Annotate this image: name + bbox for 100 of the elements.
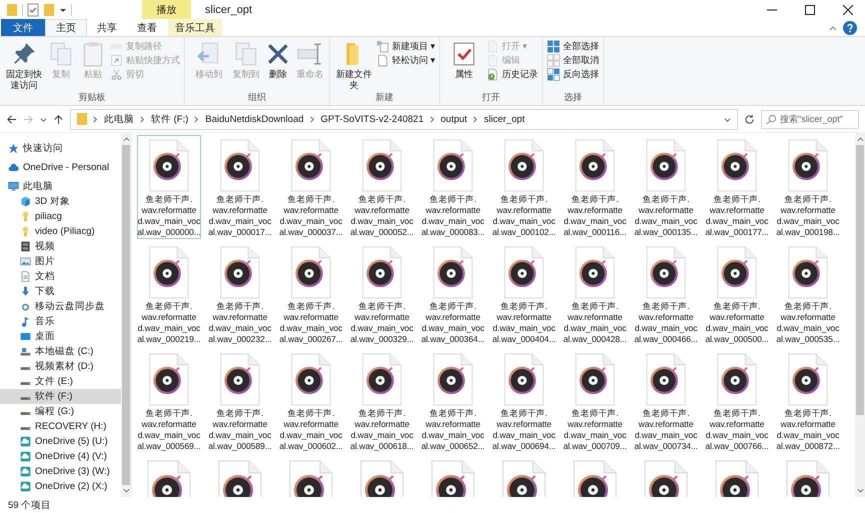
file-item[interactable]: 鱼老师干声. wav.reformatte d.wav_main_voc al.wav_000694... — [492, 349, 556, 453]
file-item[interactable]: 鱼老师干声. wav.reformatte d.wav_main_voc al.wav_000116... — [563, 135, 627, 239]
ribbon-button[interactable]: 新建文件夹 — [334, 39, 374, 91]
nav-item[interactable]: 此电脑 — [0, 179, 121, 194]
file-item[interactable]: 鱼老师干声. wav.reformatte d.wav_main_voc al.wav_000017... — [208, 135, 272, 239]
file-item[interactable]: 鱼老师干声. wav.reformatte d.wav_main_voc al.wav_000083... — [421, 135, 485, 239]
file-item[interactable]: 鱼老师干声. wav.reformatte d.wav_main_voc al.wav_000734... — [634, 349, 698, 453]
nav-item[interactable]: 文档 — [0, 269, 121, 284]
nav-item[interactable]: 音乐 — [0, 314, 121, 329]
file-item[interactable]: 鱼老师干声. wav.reformatte d.wav_main_voc al.wav_000000... — [137, 135, 201, 239]
nav-item[interactable]: video (Piliacg) — [0, 224, 121, 239]
breadcrumb[interactable]: output — [440, 114, 468, 124]
file-item[interactable]: 鱼老师干声. wav.reformatte d.wav_main_voc al.wav_000466... — [634, 242, 698, 346]
ribbon-button[interactable]: 轻松访问 ▾ — [376, 54, 436, 67]
refresh-icon[interactable] — [744, 114, 755, 124]
ribbon-button[interactable]: 删除 — [263, 39, 293, 91]
file-item[interactable]: 鱼老师干声. wav.reformatte d.wav_main_voc al.wav_000709... — [563, 349, 627, 453]
address-bar[interactable]: 此电脑 软件 (F:) BaiduNetdiskDownload GPT-SoVITS-v2-240821 output slicer_opt — [70, 108, 738, 130]
file-item[interactable]: 鱼老师干声. wav.reformatte d.wav_main_voc al.wav_000052... — [350, 135, 414, 239]
file-item[interactable]: 鱼老师干声. wav.reformatte d.wav_main_voc al.wav_000766... — [705, 349, 769, 453]
nav-item[interactable]: 编程 (G:) — [0, 404, 121, 419]
ribbon-button[interactable]: 历史记录 — [486, 68, 538, 81]
ribbon-button[interactable]: 固定到快速访问 — [4, 39, 44, 91]
ribbon-tab[interactable]: 文件 — [1, 19, 45, 36]
nav-item[interactable]: 移动云盘同步盘 — [0, 299, 121, 314]
nav-item[interactable]: OneDrive (5) (U:) — [0, 434, 121, 449]
search-field[interactable]: 搜索"slicer_opt" — [761, 110, 859, 128]
file-item[interactable]: 鱼老师干声. wav.reformatte d.wav_main_voc al.wav_000404... — [492, 242, 556, 346]
properties-icon[interactable] — [27, 2, 39, 16]
nav-item[interactable]: 下载 — [0, 284, 121, 299]
group-label: 新建 — [374, 91, 395, 104]
help-icon[interactable] — [843, 20, 857, 34]
breadcrumb[interactable]: GPT-SoVITS-v2-240821 — [320, 114, 424, 124]
ribbon-button[interactable]: 反向选择 — [547, 68, 600, 81]
file-item[interactable]: 鱼老师干声. wav.reformatte d.wav_main_voc al.wav_000428... — [563, 242, 627, 346]
audio-file-icon — [502, 139, 546, 192]
scroll-down-icon[interactable] — [856, 488, 864, 494]
nav-item[interactable]: OneDrive (2) (X:) — [0, 479, 121, 494]
file-item[interactable]: 鱼老师干声. wav.reformatte d.wav_main_voc al.wav_000602... — [279, 349, 343, 453]
maximize-icon[interactable] — [805, 4, 815, 14]
collapse-icon[interactable] — [829, 24, 837, 32]
nav-item[interactable]: OneDrive (4) (V:) — [0, 449, 121, 464]
ribbon-tab[interactable]: 主页 — [45, 19, 87, 36]
nav-item[interactable]: 图片 — [0, 254, 121, 269]
ribbon-tab[interactable]: 查看 — [127, 19, 167, 36]
breadcrumb[interactable]: 此电脑 — [104, 112, 134, 126]
dropdown-icon[interactable] — [724, 116, 731, 122]
file-item[interactable]: 鱼老师干声. wav.reformatte d.wav_main_voc al.wav_000652... — [421, 349, 485, 453]
file-item[interactable]: 鱼老师干声. wav.reformatte d.wav_main_voc al.wav_000037... — [279, 135, 343, 239]
scrollbar[interactable] — [855, 133, 865, 497]
ribbon-tab[interactable]: 音乐工具 — [168, 19, 222, 36]
file-item[interactable]: 鱼老师干声. wav.reformatte d.wav_main_voc al.wav_000198... — [776, 135, 840, 239]
scrollbar[interactable] — [121, 133, 131, 497]
ribbon-button[interactable]: 全部选择 — [547, 40, 600, 53]
ribbon-button[interactable]: 属性 — [444, 39, 484, 91]
file-item[interactable]: 鱼老师干声. wav.reformatte d.wav_main_voc al.wav_000219... — [137, 242, 201, 346]
breadcrumb[interactable]: 软件 (F:) — [151, 112, 188, 126]
nav-item[interactable]: 软件 (F:) — [0, 389, 121, 404]
file-item[interactable]: 鱼老师干声. wav.reformatte d.wav_main_voc al.wav_000569... — [137, 349, 201, 453]
file-item[interactable]: 鱼老师干声. wav.reformatte d.wav_main_voc al.wav_000232... — [208, 242, 272, 346]
file-item[interactable]: 鱼老师干声. wav.reformatte d.wav_main_voc al.wav_000329... — [350, 242, 414, 346]
file-name: 鱼老师干声. wav.reformatte d.wav_main_voc al.wav_000037... — [279, 194, 343, 238]
breadcrumb[interactable]: slicer_opt — [484, 114, 525, 124]
item-count: 59 个项目 — [8, 498, 52, 512]
scroll-up-icon[interactable] — [856, 136, 864, 142]
scroll-up-icon[interactable] — [122, 136, 130, 142]
new-item-icon — [376, 40, 389, 53]
file-item[interactable]: 鱼老师干声. wav.reformatte d.wav_main_voc al.wav_000589... — [208, 349, 272, 453]
breadcrumb[interactable]: BaiduNetdiskDownload — [205, 114, 304, 124]
file-item[interactable]: 鱼老师干声. wav.reformatte d.wav_main_voc al.wav_000267... — [279, 242, 343, 346]
nav-item[interactable]: OneDrive - Personal — [0, 160, 121, 175]
nav-item[interactable]: 视频 — [0, 239, 121, 254]
up-arrow-icon[interactable] — [53, 114, 64, 124]
ribbon-tab[interactable]: 共享 — [87, 19, 127, 36]
file-item[interactable]: 鱼老师干声. wav.reformatte d.wav_main_voc al.wav_000135... — [634, 135, 698, 239]
nav-item[interactable]: 快速访问 — [0, 141, 121, 156]
file-item[interactable]: 鱼老师干声. wav.reformatte d.wav_main_voc al.wav_000102... — [492, 135, 556, 239]
ribbon-button[interactable]: 全部取消 — [547, 54, 600, 67]
file-item[interactable]: 鱼老师干声. wav.reformatte d.wav_main_voc al.wav_000500... — [705, 242, 769, 346]
nav-item[interactable]: 本地磁盘 (C:) — [0, 344, 121, 359]
file-item[interactable]: 鱼老师干声. wav.reformatte d.wav_main_voc al.wav_000177... — [705, 135, 769, 239]
nav-item[interactable]: RECOVERY (H:) — [0, 419, 121, 434]
file-item[interactable]: 鱼老师干声. wav.reformatte d.wav_main_voc al.wav_000364... — [421, 242, 485, 346]
nav-item[interactable]: 文件 (E:) — [0, 374, 121, 389]
file-item[interactable]: 鱼老师干声. wav.reformatte d.wav_main_voc al.wav_000872... — [776, 349, 840, 453]
scroll-down-icon[interactable] — [122, 488, 130, 494]
close-icon[interactable] — [843, 4, 853, 14]
back-arrow-icon[interactable] — [6, 114, 17, 124]
nav-item[interactable]: 桌面 — [0, 329, 121, 344]
nav-item[interactable]: piliacg — [0, 209, 121, 224]
nav-item[interactable]: OneDrive (3) (W:) — [0, 464, 121, 479]
music-note-icon — [20, 316, 31, 327]
nav-item[interactable]: 视频素材 (D:) — [0, 359, 121, 374]
folder-icon — [77, 112, 87, 126]
file-item[interactable]: 鱼老师干声. wav.reformatte d.wav_main_voc al.wav_000618... — [350, 349, 414, 453]
file-name: 鱼老师干声. wav.reformatte d.wav_main_voc al.wav_000872... — [776, 408, 840, 452]
nav-item[interactable]: 3D 对象 — [0, 194, 121, 209]
dropdown-icon[interactable] — [40, 116, 47, 122]
ribbon-button[interactable]: 新建项目 ▾ — [376, 40, 436, 53]
file-item[interactable]: 鱼老师干声. wav.reformatte d.wav_main_voc al.wav_000535... — [776, 242, 840, 346]
